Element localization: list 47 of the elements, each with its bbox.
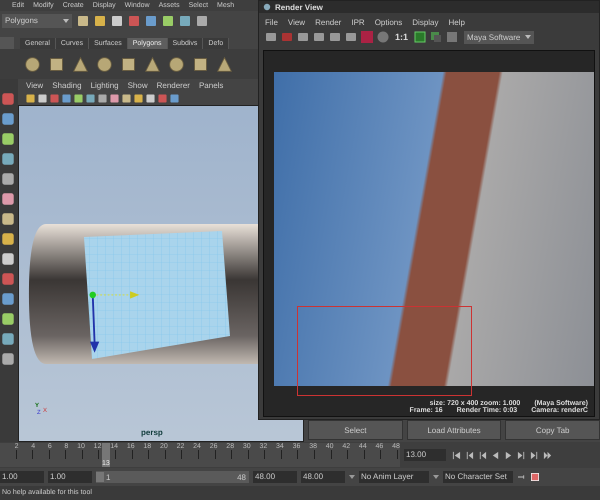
playback-start-field[interactable]: 1.00 [48, 471, 92, 483]
window-title: Render View [275, 2, 323, 12]
preferences-icon[interactable] [531, 473, 539, 481]
attribute-editor-button[interactable]: Load Attributes [406, 420, 502, 440]
panel-menu-item[interactable]: Lighting [90, 80, 119, 90]
menu-item[interactable]: IPR [351, 18, 365, 26]
app-logo-icon [263, 3, 271, 11]
menu-item[interactable]: Help [448, 18, 465, 26]
circle-icon[interactable] [377, 31, 389, 43]
playback-end-field[interactable]: 48.00 [253, 471, 297, 483]
panel-menu-item[interactable]: Renderer [156, 80, 190, 90]
menu-item[interactable]: Render [315, 18, 342, 26]
panel-menu-item[interactable]: Show [128, 80, 148, 90]
anim-layer-dropdown[interactable]: No Anim Layer [359, 471, 429, 483]
character-set-dropdown[interactable]: No Character Set [443, 471, 513, 483]
playback-control-icon[interactable] [543, 450, 552, 460]
start-time-field[interactable]: 1.00 [0, 471, 44, 483]
square-icon[interactable] [98, 94, 107, 102]
range-end-label: 48 [237, 472, 246, 482]
playback-control-icon[interactable] [530, 450, 539, 460]
caret-icon [63, 18, 69, 22]
caret-icon [433, 475, 439, 479]
panel-menu-item[interactable]: Panels [198, 80, 224, 90]
key-icon[interactable] [517, 473, 527, 481]
caret-icon [525, 35, 532, 39]
end-time-field[interactable]: 48.00 [301, 471, 345, 483]
playback-control-icon[interactable] [478, 450, 487, 460]
playback-control-icon[interactable] [452, 450, 461, 460]
attribute-editor-button[interactable]: Select [308, 420, 403, 440]
range-slider-handle[interactable] [96, 472, 104, 482]
menu-set-dropdown[interactable]: Polygons [2, 14, 72, 28]
playback-control-icon[interactable] [465, 450, 474, 460]
menu-item[interactable]: Display [412, 18, 438, 26]
renderer-dropdown[interactable]: Maya Software [464, 30, 534, 44]
playback-control-icon[interactable] [517, 450, 526, 460]
range-start-label: 1 [106, 472, 110, 482]
range-slider[interactable]: 1 48 [96, 471, 249, 483]
attribute-editor-button[interactable]: Copy Tab [505, 420, 600, 440]
current-time-field[interactable]: 13.00 [404, 449, 446, 461]
menu-item[interactable]: View [288, 18, 306, 26]
menu-item[interactable]: File [265, 18, 278, 26]
panel-menu-item[interactable]: Shading [52, 80, 82, 90]
real-size-button[interactable]: 1:1 [393, 32, 410, 42]
panel-menu-item[interactable]: View [26, 80, 44, 90]
camera-name: persp [141, 428, 163, 437]
caret-icon [349, 475, 355, 479]
menu-item[interactable]: Options [374, 18, 402, 26]
